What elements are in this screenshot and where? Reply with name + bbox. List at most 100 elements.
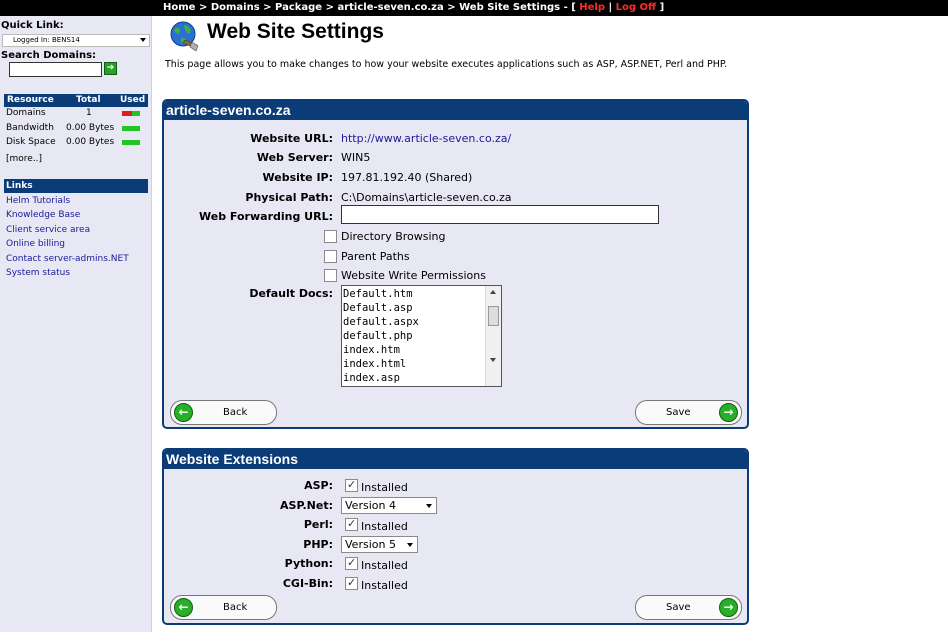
save-button[interactable]: Save → <box>635 400 742 425</box>
list-item: Default.asp <box>343 302 413 314</box>
website-extensions-panel: Website Extensions ASP: Installed ASP.Ne… <box>162 448 749 625</box>
save-arrow-icon: → <box>719 403 738 422</box>
python-installed-checkbox[interactable] <box>345 556 358 570</box>
parent-paths-label: Parent Paths <box>341 250 410 263</box>
scroll-up-icon[interactable] <box>490 290 496 294</box>
back-button[interactable]: ← Back <box>170 400 277 425</box>
website-ip-label: Website IP: <box>262 171 334 184</box>
write-permissions-label: Website Write Permissions <box>341 269 486 282</box>
sidebar-link-client-service[interactable]: Client service area <box>6 225 90 235</box>
breadcrumb-bracket-close: ] <box>659 2 665 13</box>
aspnet-version-value: Version 4 <box>345 499 396 512</box>
website-url-label: Website URL: <box>250 132 333 145</box>
perl-installed-checkbox[interactable] <box>345 517 358 531</box>
resource-total: 0.00 Bytes <box>66 137 115 147</box>
python-installed-label: Installed <box>361 559 408 572</box>
breadcrumb-pipe: | <box>608 2 613 13</box>
more-resources-link[interactable]: [more..] <box>6 154 42 164</box>
web-server-label: Web Server: <box>256 151 333 164</box>
aspnet-label: ASP.Net: <box>280 499 333 512</box>
log-off-link[interactable]: Log Off <box>616 2 656 13</box>
sidebar-link-contact[interactable]: Contact server-admins.NET <box>6 254 129 264</box>
forwarding-url-input[interactable] <box>341 205 659 224</box>
breadcrumb-dash: - <box>563 2 568 13</box>
chevron-down-icon <box>140 38 146 42</box>
asp-row: ASP: Installed <box>164 478 747 496</box>
asp-label: ASP: <box>304 479 333 492</box>
usage-bar <box>122 125 140 131</box>
breadcrumb-domains[interactable]: Domains <box>211 2 260 13</box>
write-permissions-checkbox[interactable] <box>324 269 337 282</box>
help-link[interactable]: Help <box>579 2 605 13</box>
resource-total: 0.00 Bytes <box>66 122 115 133</box>
search-domains-label: Search Domains: <box>1 50 97 61</box>
save-button-label: Save <box>666 602 691 613</box>
breadcrumb-home[interactable]: Home <box>163 2 195 13</box>
cgi-bin-installed-checkbox[interactable] <box>345 576 358 590</box>
usage-bar <box>122 111 140 116</box>
cgi-bin-label: CGI-Bin: <box>282 577 333 590</box>
asp-installed-label: Installed <box>361 481 408 494</box>
website-url-link[interactable]: http://www.article-seven.co.za/ <box>341 132 511 145</box>
usage-bar <box>122 140 140 145</box>
scroll-thumb[interactable] <box>488 306 499 326</box>
web-server-value: WIN5 <box>341 151 371 164</box>
parent-paths-row: Parent Paths <box>164 249 747 267</box>
write-permissions-row: Website Write Permissions <box>164 268 747 286</box>
cgi-bin-installed-label: Installed <box>361 579 408 592</box>
physical-path-value: C:\Domains\article-seven.co.za <box>341 191 512 204</box>
website-ip-row: Website IP: 197.81.192.40 (Shared) <box>164 170 747 188</box>
forwarding-label: Web Forwarding URL: <box>199 210 333 223</box>
php-row: PHP: Version 5 <box>164 536 747 554</box>
php-version-value: Version 5 <box>345 538 396 551</box>
docs-scrollbar[interactable] <box>485 286 501 386</box>
sidebar-link-knowledge-base[interactable]: Knowledge Base <box>6 210 80 220</box>
sidebar-link-helm-tutorials[interactable]: Helm Tutorials <box>6 196 70 206</box>
list-item: default.php <box>343 330 413 342</box>
breadcrumb-package[interactable]: Package <box>275 2 322 13</box>
default-docs-textarea[interactable]: Default.htm Default.asp default.aspx def… <box>341 285 502 387</box>
quick-link-select[interactable]: Logged In: BENS14 <box>2 34 150 47</box>
search-go-icon[interactable]: ➔ <box>104 62 117 75</box>
parent-paths-checkbox[interactable] <box>324 250 337 263</box>
search-domains-input[interactable] <box>9 62 102 77</box>
default-docs-list: Default.htm Default.asp default.aspx def… <box>343 287 419 385</box>
asp-installed-checkbox[interactable] <box>345 478 358 492</box>
resource-name: Disk Space <box>6 137 56 147</box>
back-button-label: Back <box>223 407 248 418</box>
back-button[interactable]: ← Back <box>170 595 277 620</box>
used-col-header: Used <box>120 95 146 105</box>
quick-link-label: Quick Link: <box>1 20 64 31</box>
list-item: index.html <box>343 358 407 370</box>
directory-browsing-checkbox[interactable] <box>324 230 337 243</box>
aspnet-version-select[interactable]: Version 4 <box>341 497 437 514</box>
perl-label: Perl: <box>303 518 333 531</box>
breadcrumb-domain[interactable]: article-seven.co.za <box>337 2 443 13</box>
scroll-down-icon[interactable] <box>490 358 496 362</box>
panel-title: article-seven.co.za <box>164 101 747 120</box>
save-button[interactable]: Save → <box>635 595 742 620</box>
table-row: Bandwidth 0.00 Bytes <box>4 122 148 137</box>
perl-row: Perl: Installed <box>164 517 747 535</box>
php-version-select[interactable]: Version 5 <box>341 536 418 553</box>
sidebar: Quick Link: Logged In: BENS14 Search Dom… <box>0 16 152 632</box>
list-item: index.htm <box>343 344 400 356</box>
table-row: Disk Space 0.00 Bytes <box>4 136 148 151</box>
directory-browsing-label: Directory Browsing <box>341 230 446 243</box>
python-row: Python: Installed <box>164 556 747 574</box>
cgi-bin-row: CGI-Bin: Installed <box>164 576 747 594</box>
website-url-row: Website URL: http://www.article-seven.co… <box>164 131 747 149</box>
table-row: Domains 1 <box>4 107 148 122</box>
panel-title: Website Extensions <box>164 450 747 469</box>
list-item: default.aspx <box>343 316 419 328</box>
save-arrow-icon: → <box>719 598 738 617</box>
back-arrow-icon: ← <box>174 403 193 422</box>
sidebar-link-system-status[interactable]: System status <box>6 268 70 278</box>
sidebar-link-online-billing[interactable]: Online billing <box>6 239 65 249</box>
python-label: Python: <box>284 557 333 570</box>
list-item: index.asp <box>343 372 400 384</box>
default-docs-label: Default Docs: <box>249 287 333 300</box>
page-description: This page allows you to make changes to … <box>165 59 728 70</box>
total-col-header: Total <box>76 95 101 105</box>
resource-total: 1 <box>86 108 92 118</box>
